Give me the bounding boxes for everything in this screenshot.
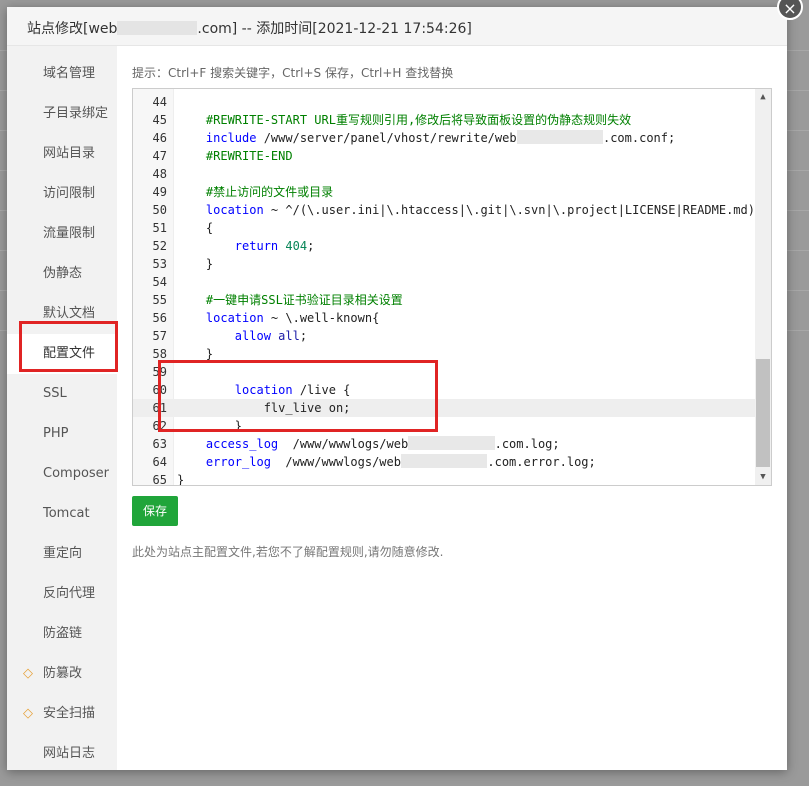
code-text[interactable]: allow all; <box>177 327 307 345</box>
code-line[interactable]: 63 access_log /www/wwwlogs/web .com.log; <box>133 435 755 453</box>
line-number: 56 <box>152 311 167 325</box>
code-line[interactable]: 65} <box>133 471 755 486</box>
sidebar-item-php[interactable]: PHP <box>7 414 117 454</box>
line-number: 46 <box>152 131 167 145</box>
sidebar-item-reverse-proxy[interactable]: 反向代理 <box>7 574 117 614</box>
gem-icon: ◇ <box>23 666 33 681</box>
sidebar: 域名管理 子目录绑定 网站目录 访问限制 流量限制 伪静态 默认文档 配置文件 … <box>7 46 117 770</box>
line-number: 51 <box>152 221 167 235</box>
code-text[interactable]: #REWRITE-END <box>177 147 293 165</box>
sidebar-item-access-limit[interactable]: 访问限制 <box>7 174 117 214</box>
code-line[interactable]: 47 #REWRITE-END <box>133 147 755 165</box>
line-number: 58 <box>152 347 167 361</box>
sidebar-item-security-scan[interactable]: ◇ 安全扫描 <box>7 694 117 734</box>
sidebar-item-config-file[interactable]: 配置文件 <box>7 334 117 374</box>
dialog-header: 站点修改[web .com] -- 添加时间[2021-12-21 17:54:2… <box>7 7 787 46</box>
title-prefix: 站点修改[web <box>27 21 118 37</box>
sidebar-item-default-doc[interactable]: 默认文档 <box>7 294 117 334</box>
sidebar-item-traffic-limit[interactable]: 流量限制 <box>7 214 117 254</box>
line-number: 47 <box>152 149 167 163</box>
code-line[interactable]: 49 #禁止访问的文件或目录 <box>133 183 755 201</box>
code-text[interactable]: } <box>177 417 242 435</box>
line-number: 60 <box>152 383 167 397</box>
sidebar-item-site-log[interactable]: 网站日志 <box>7 734 117 774</box>
code-line[interactable]: 44 <box>133 93 755 111</box>
code-line[interactable]: 56 location ~ \.well-known{ <box>133 309 755 327</box>
line-number: 59 <box>152 365 167 379</box>
line-number: 48 <box>152 167 167 181</box>
config-code-editor[interactable]: 44 45 #REWRITE-START URL重写规则引用,修改后将导致面板设置… <box>132 88 772 486</box>
code-line[interactable]: 60 location /live { <box>133 381 755 399</box>
code-line[interactable]: 54 <box>133 273 755 291</box>
code-line[interactable]: 45 #REWRITE-START URL重写规则引用,修改后将导致面板设置的伪… <box>133 111 755 129</box>
sidebar-item-tomcat[interactable]: Tomcat <box>7 494 117 534</box>
code-text[interactable]: #REWRITE-START URL重写规则引用,修改后将导致面板设置的伪静态规… <box>177 111 631 129</box>
shortcut-hint: 提示：Ctrl+F 搜索关键字，Ctrl+S 保存，Ctrl+H 查找替换 <box>132 66 454 80</box>
line-number: 45 <box>152 113 167 127</box>
line-number: 63 <box>152 437 167 451</box>
code-line[interactable]: 64 error_log /www/wwwlogs/web .com.error.… <box>133 453 755 471</box>
code-line[interactable]: 51 { <box>133 219 755 237</box>
line-number: 54 <box>152 275 167 289</box>
config-warning-note: 此处为站点主配置文件,若您不了解配置规则,请勿随意修改. <box>132 545 444 559</box>
code-line[interactable]: 59 <box>133 363 755 381</box>
code-line[interactable]: 62 } <box>133 417 755 435</box>
code-text[interactable]: error_log /www/wwwlogs/web .com.error.log… <box>177 453 596 471</box>
code-text[interactable]: location ~ ^/(\.user.ini|\.htaccess|\.gi… <box>177 201 755 219</box>
redacted-domain <box>117 21 198 35</box>
code-text[interactable]: return 404; <box>177 237 315 255</box>
code-text[interactable]: flv_live on; <box>177 399 351 417</box>
line-number: 55 <box>152 293 167 307</box>
code-text[interactable]: } <box>177 345 213 363</box>
sidebar-item-composer[interactable]: Composer <box>7 454 117 494</box>
code-line[interactable]: 53 } <box>133 255 755 273</box>
scroll-up-arrow-icon[interactable]: ▲ <box>755 89 771 105</box>
line-number: 49 <box>152 185 167 199</box>
code-text[interactable]: location /live { <box>177 381 351 399</box>
code-line[interactable]: 55 #一键申请SSL证书验证目录相关设置 <box>133 291 755 309</box>
code-text[interactable]: } <box>177 255 213 273</box>
code-text[interactable]: access_log /www/wwwlogs/web .com.log; <box>177 435 560 453</box>
line-number: 61 <box>152 401 167 415</box>
line-number: 44 <box>152 95 167 109</box>
sidebar-item-subdir[interactable]: 子目录绑定 <box>7 94 117 134</box>
line-number: 57 <box>152 329 167 343</box>
sidebar-item-tamper-proof[interactable]: ◇ 防篡改 <box>7 654 117 694</box>
line-number: 53 <box>152 257 167 271</box>
editor-scrollbar[interactable]: ▲ ▼ <box>755 89 771 485</box>
code-text[interactable]: #一键申请SSL证书验证目录相关设置 <box>177 291 403 309</box>
code-line[interactable]: 58 } <box>133 345 755 363</box>
line-number: 52 <box>152 239 167 253</box>
code-text[interactable]: } <box>177 471 184 485</box>
sidebar-item-rewrite[interactable]: 伪静态 <box>7 254 117 294</box>
code-line[interactable]: 50 location ~ ^/(\.user.ini|\.htaccess|\… <box>133 201 755 219</box>
sidebar-item-ssl[interactable]: SSL <box>7 374 117 414</box>
code-line[interactable]: 46 include /www/server/panel/vhost/rewri… <box>133 129 755 147</box>
scroll-down-arrow-icon[interactable]: ▼ <box>755 469 771 485</box>
code-line[interactable]: 52 return 404; <box>133 237 755 255</box>
code-text[interactable]: location ~ \.well-known{ <box>177 309 379 327</box>
code-line[interactable]: 48 <box>133 165 755 183</box>
line-number: 62 <box>152 419 167 433</box>
gem-icon: ◇ <box>23 706 33 721</box>
dialog-title: 站点修改[web .com] -- 添加时间[2021-12-21 17:54:2… <box>27 18 472 38</box>
sidebar-item-site-dir[interactable]: 网站目录 <box>7 134 117 174</box>
line-number: 65 <box>152 473 167 486</box>
sidebar-item-domain[interactable]: 域名管理 <box>7 54 117 94</box>
site-edit-dialog: 站点修改[web .com] -- 添加时间[2021-12-21 17:54:2… <box>7 0 803 770</box>
code-line[interactable]: 61 flv_live on; <box>133 399 755 417</box>
sidebar-item-redirect[interactable]: 重定向 <box>7 534 117 574</box>
save-button[interactable]: 保存 <box>132 496 178 526</box>
line-number: 50 <box>152 203 167 217</box>
code-line[interactable]: 57 allow all; <box>133 327 755 345</box>
title-suffix: .com] -- 添加时间[2021-12-21 17:54:26] <box>197 21 472 37</box>
line-number: 64 <box>152 455 167 469</box>
code-text[interactable]: include /www/server/panel/vhost/rewrite/… <box>177 129 675 147</box>
code-text[interactable]: { <box>177 219 213 237</box>
code-text[interactable]: #禁止访问的文件或目录 <box>177 183 333 201</box>
scroll-thumb[interactable] <box>756 359 770 467</box>
sidebar-item-hotlink[interactable]: 防盗链 <box>7 614 117 654</box>
